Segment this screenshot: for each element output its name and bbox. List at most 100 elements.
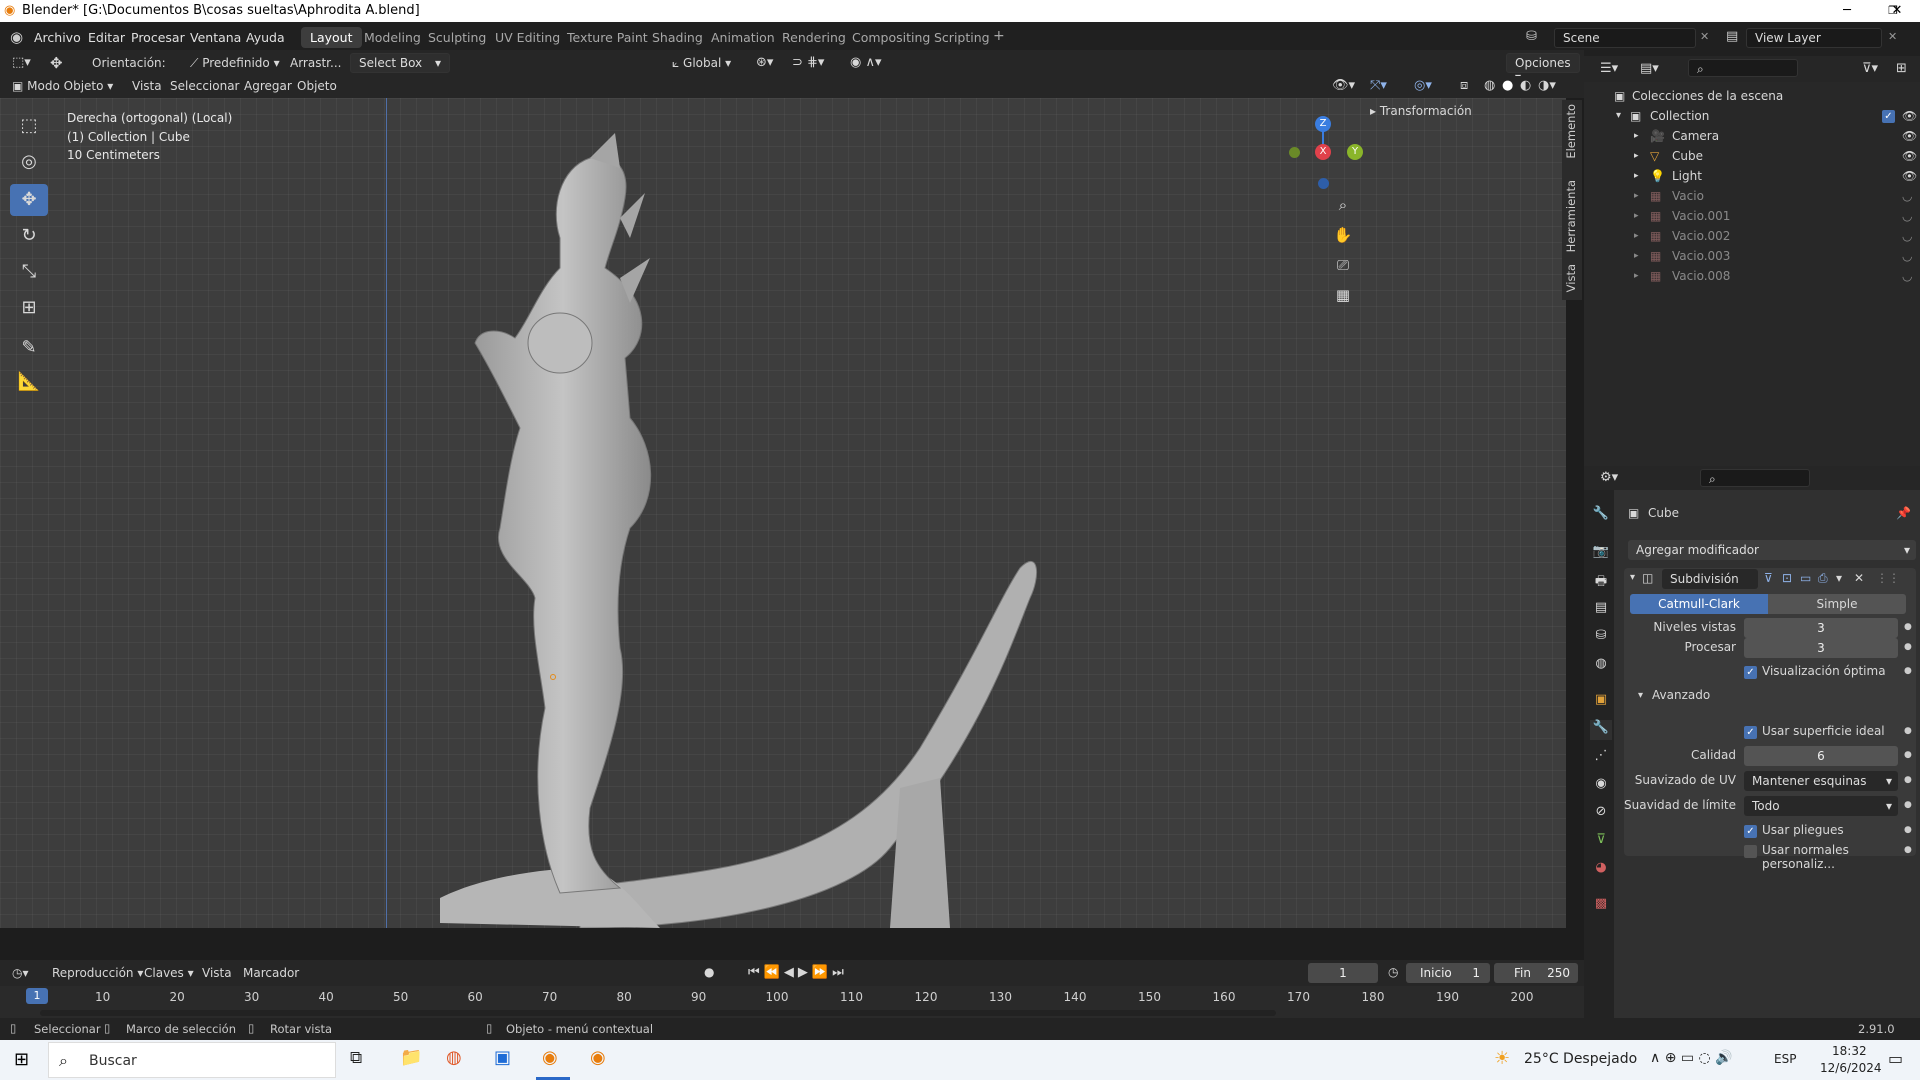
menu-procesar[interactable]: Procesar [131,30,185,45]
zoom-icon[interactable]: ⌕ [1330,192,1356,218]
outliner-item[interactable]: ▸ ▽ Cube 👁 [1584,146,1920,166]
expand-icon[interactable]: ▾ [1616,106,1621,126]
filter-icon[interactable]: ⊽▾ [1862,61,1878,76]
modifier-menu-icon[interactable]: ▾ [1836,571,1842,585]
expand-icon[interactable]: ▸ [1634,206,1639,226]
solid-shading-icon[interactable]: ● [1502,78,1513,93]
object-tab-icon[interactable]: ▣ [1590,692,1612,712]
start-frame-field[interactable]: Inicio 1 [1406,963,1490,983]
anim-dot-icon[interactable]: ● [1904,825,1912,835]
firefox-icon[interactable]: ◍ [446,1047,462,1068]
viewport-menu-agregar[interactable]: Agregar [244,79,292,93]
windows-start-icon[interactable]: ⊞ [14,1049,29,1070]
viewport-toggle-icon[interactable]: ▭ [1800,571,1811,585]
view-layer-icon[interactable]: ▤ [1726,29,1738,44]
viewport-menu-vista[interactable]: Vista [132,79,162,93]
timeline-view-menu[interactable]: Vista [202,966,232,980]
tab-uv-editing[interactable]: UV Editing [495,30,560,45]
menu-editar[interactable]: Editar [88,30,125,45]
outliner-item[interactable]: ▸ 🎥 Camera 👁 [1584,126,1920,146]
gizmo-icon[interactable]: ⤧▾ [1370,78,1387,93]
menu-archivo[interactable]: Archivo [34,30,81,45]
tab-texture-paint[interactable]: Texture Paint [567,30,648,45]
expand-icon[interactable]: ▸ [1634,246,1639,266]
outliner-collection[interactable]: ▾ ▣ Collection ✓ 👁 [1584,106,1920,126]
eye-closed-icon[interactable]: ◡ [1902,266,1912,286]
clock-time[interactable]: 18:32 [1832,1044,1867,1058]
tab-modeling[interactable]: Modeling [364,30,421,45]
close-button[interactable]: ✕ [1874,0,1920,22]
tab-herramienta[interactable]: Herramienta [1564,180,1578,252]
render-shading-icon[interactable]: ◑▾ [1538,78,1556,93]
camera-view-icon[interactable]: ⎚ [1330,252,1356,278]
outliner-item[interactable]: ▸ 💡 Light 👁 [1584,166,1920,186]
blender-menu-icon[interactable]: ◉ [10,28,23,46]
pin-icon[interactable]: 📌 [1896,506,1911,520]
anim-dot-icon[interactable]: ● [1904,622,1912,632]
uv-smooth-dropdown[interactable]: Mantener esquinas ▾ [1744,771,1898,791]
blender2-taskbar-icon[interactable]: ◉ [590,1047,606,1068]
boundary-smooth-dropdown[interactable]: Todo ▾ [1744,796,1898,816]
3d-viewport[interactable]: Derecha (ortogonal) (Local) (1) Collecti… [0,98,1566,928]
outliner-search[interactable]: ⌕ [1688,59,1798,77]
collapse-icon[interactable]: ▾ [1630,572,1635,583]
outliner-item[interactable]: ▸ ▦ Vacio ◡ [1584,186,1920,206]
anim-dot-icon[interactable]: ● [1904,642,1912,652]
simple-button[interactable]: Simple [1768,594,1906,614]
add-workspace-button[interactable]: + [993,28,1005,44]
sculpture-model[interactable] [420,128,1060,928]
close-view-layer-icon[interactable]: ✕ [1888,30,1897,43]
tray-tray-icons[interactable]: ∧ ⊕ ▭ ◌ 🔊 [1650,1050,1733,1066]
playback-menu[interactable]: Reproducción ▾ [52,966,143,980]
mode-dropdown[interactable]: ▣ Modo Objeto ▾ [12,79,113,93]
file-explorer-icon[interactable]: 📁 [400,1047,422,1068]
timeline[interactable] [0,986,1584,1018]
minimize-button[interactable]: ─ [1824,0,1870,22]
record-icon[interactable]: ● [704,965,714,979]
pivot-icon[interactable]: ⊛▾ [756,55,773,70]
outliner-item[interactable]: ▸ ▦ Vacio.008 ◡ [1584,266,1920,286]
anim-dot-icon[interactable]: ● [1904,845,1912,855]
constraints-tab-icon[interactable]: ⊘ [1590,804,1612,824]
snap-icon[interactable]: ⊃ ⋕▾ [792,55,824,70]
anim-dot-icon[interactable]: ● [1904,666,1912,676]
overlays-icon[interactable]: ◎▾ [1414,78,1432,93]
word-icon[interactable]: ▣ [494,1047,511,1068]
modifier-name-field[interactable]: Subdivisión [1662,569,1758,589]
viewport-menu-objeto[interactable]: Objeto [297,79,337,93]
eye-closed-icon[interactable]: ◡ [1902,226,1912,246]
new-collection-icon[interactable]: ⊞ [1896,61,1907,76]
annotate-tool[interactable]: ✎ [10,332,48,364]
blender-taskbar-icon[interactable]: ◉ [542,1047,558,1068]
tab-elemento[interactable]: Elemento [1564,104,1578,159]
outliner-root[interactable]: ▣ Colecciones de la escena [1584,86,1920,106]
task-view-icon[interactable]: ⧉ [350,1048,362,1068]
render-levels-field[interactable]: 3 [1744,638,1898,658]
limit-surface-checkbox[interactable]: ✓ [1744,726,1757,739]
scene-tab-icon[interactable]: ⛁ [1590,628,1612,648]
scene-selector[interactable]: Scene [1554,28,1696,48]
expand-icon[interactable]: ▸ [1634,226,1639,246]
view-layer-selector[interactable]: View Layer [1746,28,1882,48]
clock-date[interactable]: 12/6/2024 [1820,1061,1882,1075]
menu-ayuda[interactable]: Ayuda [246,30,285,45]
collection-checkbox[interactable]: ✓ [1882,110,1895,123]
quality-field[interactable]: 6 [1744,746,1898,766]
display-mode-icon[interactable]: ▤▾ [1640,61,1659,76]
transform-tool[interactable]: ⊞ [10,292,48,324]
advanced-expand-icon[interactable]: ▾ [1638,690,1643,701]
eye-icon[interactable]: 👁 [1902,146,1917,166]
remove-modifier-icon[interactable]: ✕ [1854,571,1864,585]
outliner-item[interactable]: ▸ ▦ Vacio.001 ◡ [1584,206,1920,226]
anim-dot-icon[interactable]: ● [1904,726,1912,736]
tab-vista[interactable]: Vista [1564,264,1578,292]
eye-icon[interactable]: 👁 [1902,106,1917,126]
weather-icon[interactable]: ☀ [1494,1048,1510,1069]
timeline-editor-icon[interactable]: ◷▾ [12,966,29,980]
view-layer-tab-icon[interactable]: ▤ [1590,600,1612,620]
proportional-edit-icon[interactable]: ◉ ∧▾ [850,55,882,70]
add-modifier-dropdown[interactable]: Agregar modificador ▾ [1628,540,1916,560]
select-box-tool[interactable]: ⬚ [10,110,48,142]
eye-closed-icon[interactable]: ◡ [1902,186,1912,206]
cage-icon[interactable]: ⊡ [1782,571,1792,585]
